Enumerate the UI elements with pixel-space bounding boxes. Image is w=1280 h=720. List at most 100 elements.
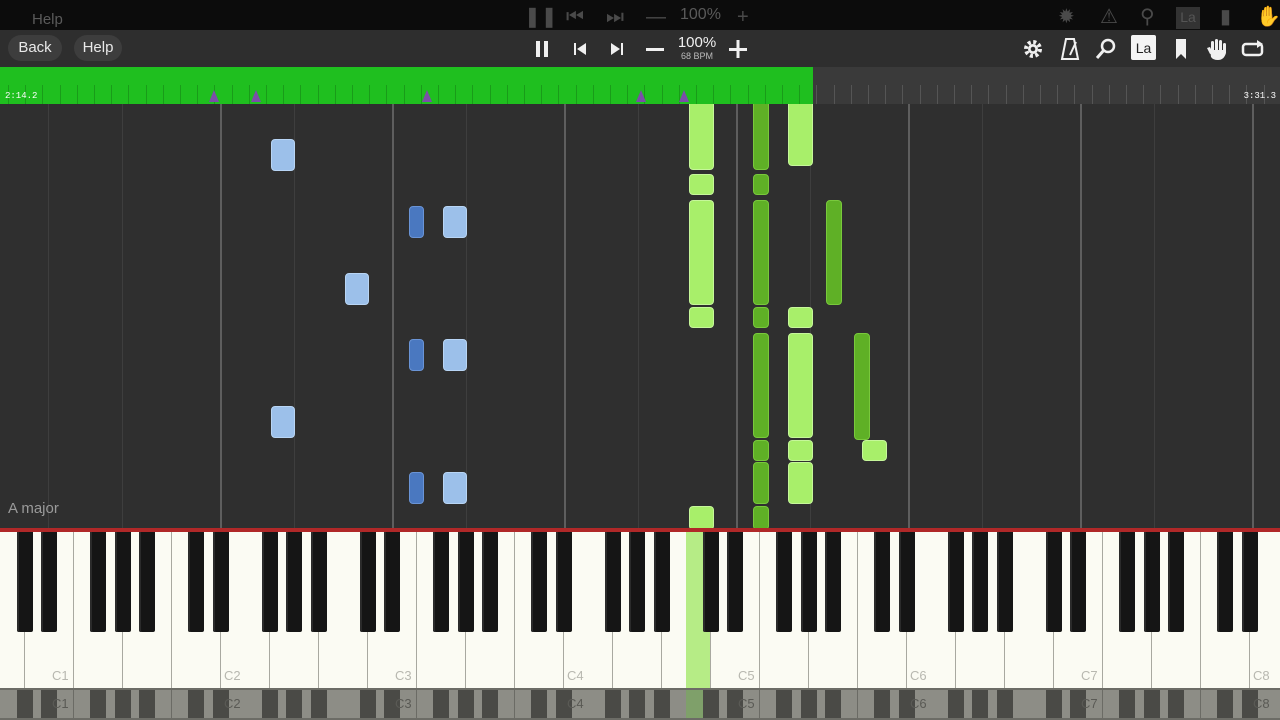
black-key[interactable] — [556, 532, 572, 632]
black-key[interactable] — [213, 532, 229, 632]
timeline-tick — [885, 85, 886, 104]
black-key[interactable] — [972, 532, 988, 632]
timeline-tick — [352, 85, 353, 104]
black-key[interactable] — [874, 532, 890, 632]
timeline-tick — [593, 85, 594, 104]
black-key[interactable] — [654, 532, 670, 632]
white-key[interactable] — [1274, 532, 1280, 688]
search-icon[interactable] — [1093, 36, 1119, 62]
hand-icon[interactable] — [1204, 36, 1230, 62]
back-button[interactable]: Back — [8, 35, 62, 61]
black-key[interactable] — [433, 532, 449, 632]
loop-icon[interactable] — [1240, 36, 1266, 62]
timeline-marker — [679, 90, 689, 102]
bar-line — [908, 104, 910, 528]
pause-icon[interactable] — [529, 36, 555, 62]
help-button[interactable]: Help — [74, 35, 122, 61]
black-key[interactable] — [776, 532, 792, 632]
black-key[interactable] — [17, 532, 33, 632]
black-key[interactable] — [531, 532, 547, 632]
ghost-minus-icon: — — [646, 6, 666, 28]
black-key[interactable] — [188, 532, 204, 632]
bar-line — [1252, 104, 1254, 528]
timeline-tick — [1109, 85, 1110, 104]
timeline-tick — [816, 85, 817, 104]
piano-keyboard: C1 C2 C3 C4 C5 C6 C7 C8 — [0, 532, 1280, 688]
black-key[interactable] — [727, 532, 743, 632]
reflected-octave-label: C3 — [395, 696, 412, 711]
grid-line — [48, 104, 49, 528]
black-key[interactable] — [997, 532, 1013, 632]
timeline-tick — [1126, 85, 1127, 104]
zoom-in-icon[interactable] — [725, 36, 751, 62]
black-key[interactable] — [1242, 532, 1258, 632]
black-key[interactable] — [1070, 532, 1086, 632]
timeline-tick — [283, 85, 284, 104]
black-key[interactable] — [311, 532, 327, 632]
timeline-tick — [1023, 85, 1024, 104]
reflected-black-key — [1046, 690, 1062, 718]
note-right-hand — [788, 333, 813, 438]
reflected-octave-label: C1 — [52, 696, 69, 711]
black-key[interactable] — [948, 532, 964, 632]
timeline-tick — [335, 85, 336, 104]
reflected-black-key — [825, 690, 841, 718]
black-key[interactable] — [90, 532, 106, 632]
black-key[interactable] — [262, 532, 278, 632]
timeline-marker — [251, 90, 261, 102]
black-key[interactable] — [115, 532, 131, 632]
black-key[interactable] — [1217, 532, 1233, 632]
black-key[interactable] — [482, 532, 498, 632]
bpm-value: 68 BPM — [680, 51, 713, 61]
zoom-out-icon[interactable] — [642, 36, 668, 62]
reflected-black-key — [629, 690, 645, 718]
black-key[interactable] — [286, 532, 302, 632]
timeline-tick — [1040, 85, 1041, 104]
black-key[interactable] — [360, 532, 376, 632]
black-key[interactable] — [703, 532, 719, 632]
black-key[interactable] — [1046, 532, 1062, 632]
note-right-hand — [753, 506, 769, 528]
label-la-icon[interactable]: La — [1131, 35, 1156, 60]
note-left-hand — [443, 339, 467, 371]
black-key[interactable] — [384, 532, 400, 632]
black-key[interactable] — [1144, 532, 1160, 632]
note-right-hand — [753, 200, 769, 305]
reflected-black-key — [458, 690, 474, 718]
skip-back-icon[interactable] — [567, 36, 593, 62]
reflected-black-key — [188, 690, 204, 718]
black-key[interactable] — [1119, 532, 1135, 632]
black-key[interactable] — [41, 532, 57, 632]
timeline-tick — [266, 85, 267, 104]
timeline-tick — [77, 85, 78, 104]
timeline-tick — [851, 85, 852, 104]
ghost-search-icon: ⚲ — [1140, 6, 1155, 28]
black-key[interactable] — [899, 532, 915, 632]
black-key[interactable] — [605, 532, 621, 632]
timeline-tick — [111, 85, 112, 104]
timeline-tick — [954, 85, 955, 104]
reflected-black-key — [1119, 690, 1135, 718]
timeline-tick — [696, 85, 697, 104]
black-key[interactable] — [458, 532, 474, 632]
note-right-hand — [753, 333, 769, 438]
timeline-tick — [249, 85, 250, 104]
bookmark-icon[interactable] — [1168, 36, 1194, 62]
piano-roll — [0, 104, 1280, 528]
note-right-hand — [788, 307, 813, 328]
grid-line — [466, 104, 467, 528]
timeline-tick — [988, 85, 989, 104]
skip-forward-icon[interactable] — [604, 36, 630, 62]
timeline-tick — [94, 85, 95, 104]
settings-gear-icon[interactable] — [1020, 36, 1046, 62]
timeline-tick — [920, 85, 921, 104]
black-key[interactable] — [629, 532, 645, 632]
black-key[interactable] — [825, 532, 841, 632]
progress-fill — [0, 67, 813, 104]
black-key[interactable] — [139, 532, 155, 632]
black-key[interactable] — [1168, 532, 1184, 632]
timeline-tick — [902, 85, 903, 104]
reflected-black-key — [1144, 690, 1160, 718]
metronome-icon[interactable] — [1057, 36, 1083, 62]
black-key[interactable] — [801, 532, 817, 632]
